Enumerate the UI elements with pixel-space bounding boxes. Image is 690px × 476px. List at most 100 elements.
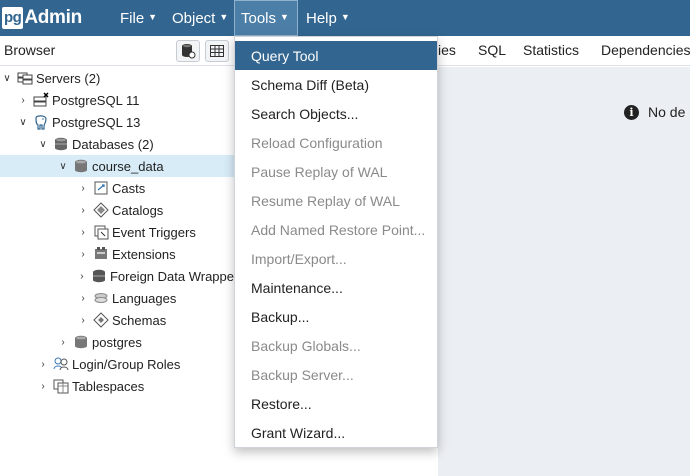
menu-help-label: Help [306, 9, 337, 27]
schemas-icon [93, 312, 109, 328]
menu-item-reload-configuration[interactable]: Reload Configuration [235, 128, 437, 157]
chevron-right-icon[interactable]: › [76, 205, 90, 216]
tree-node-tablespaces[interactable]: › Tablespaces [36, 375, 234, 397]
tree-node-languages[interactable]: › Languages [76, 287, 234, 309]
tree-node-event-triggers[interactable]: › Event Triggers [76, 221, 234, 243]
menu-item-grant-wizard[interactable]: Grant Wizard... [235, 418, 437, 447]
extensions-icon [93, 246, 109, 262]
browser-panel-header: Browser [0, 36, 234, 66]
info-message: i No de [624, 104, 685, 120]
chevron-right-icon[interactable]: › [76, 183, 90, 194]
menu-item-add-named-restore-point[interactable]: Add Named Restore Point... [235, 215, 437, 244]
tree-node-postgresql-13[interactable]: ∨ PostgreSQL 13 [16, 111, 234, 133]
menu-tools[interactable]: Tools ▼ [234, 0, 298, 36]
tree-node-label: Servers (2) [36, 70, 101, 86]
table-grid-icon [210, 45, 224, 57]
logo-admin: Admin [24, 7, 82, 28]
chevron-down-icon: ▼ [340, 12, 350, 22]
tree-node-foreign-data-wrappers[interactable]: › Foreign Data Wrappe [76, 265, 234, 287]
chevron-down-icon: ▼ [280, 12, 289, 22]
tree-node-label: PostgreSQL 13 [52, 114, 141, 130]
logo-pg: pg [2, 7, 24, 29]
menu-object-label: Object [172, 9, 216, 27]
tree-node-label: Catalogs [112, 202, 164, 218]
tree-node-label: Casts [112, 180, 146, 196]
menu-item-query-tool[interactable]: Query Tool [235, 41, 437, 70]
chevron-down-icon: ▼ [219, 12, 229, 22]
menu-tools-label: Tools [241, 9, 277, 27]
tree-node-label: course_data [92, 158, 164, 174]
tree-node-label: postgres [92, 334, 142, 350]
pgadmin-logo: pg Admin [2, 6, 82, 30]
casts-icon [93, 180, 109, 196]
catalogs-icon [93, 202, 109, 218]
tree-node-servers[interactable]: ∨ Servers (2) [0, 67, 234, 89]
database-icon [73, 334, 89, 350]
info-icon: i [624, 104, 639, 120]
chevron-right-icon[interactable]: › [36, 359, 50, 370]
tab-statistics[interactable]: Statistics [523, 42, 579, 58]
tree-node-label: Extensions [112, 246, 176, 262]
menu-item-backup[interactable]: Backup... [235, 302, 437, 331]
server-disconnected-icon [33, 92, 49, 108]
menu-item-backup-server[interactable]: Backup Server... [235, 360, 437, 389]
chevron-down-icon[interactable]: ∨ [16, 117, 30, 128]
tab-sql[interactable]: SQL [478, 42, 506, 58]
tree-node-label: Foreign Data Wrappe [109, 268, 234, 284]
tree-node-label: Event Triggers [112, 224, 196, 240]
chevron-right-icon[interactable]: › [76, 249, 90, 260]
tree-node-casts[interactable]: › Casts [76, 177, 234, 199]
chevron-right-icon[interactable]: › [76, 315, 90, 326]
chevron-down-icon[interactable]: ∨ [36, 139, 50, 150]
chevron-down-icon[interactable]: ∨ [56, 161, 70, 172]
chevron-down-icon: ▼ [148, 12, 158, 22]
database-icon [73, 158, 89, 174]
menu-object[interactable]: Object ▼ [166, 0, 234, 36]
tree-node-schemas[interactable]: › Schemas [76, 309, 234, 331]
roles-icon [53, 356, 69, 372]
chevron-right-icon[interactable]: › [56, 337, 70, 348]
view-data-button[interactable] [205, 40, 229, 62]
databases-icon [53, 136, 69, 152]
tree-node-postgresql-11[interactable]: › PostgreSQL 11 [16, 89, 234, 111]
menu-item-resume-replay-wal[interactable]: Resume Replay of WAL [235, 186, 437, 215]
event-triggers-icon [93, 224, 109, 240]
elephant-icon [33, 114, 49, 130]
tree-node-label: Schemas [112, 312, 167, 328]
menu-item-import-export[interactable]: Import/Export... [235, 244, 437, 273]
chevron-right-icon[interactable]: › [76, 293, 90, 304]
chevron-right-icon[interactable]: › [16, 95, 30, 106]
tree-node-extensions[interactable]: › Extensions [76, 243, 234, 265]
info-message-text: No de [648, 104, 686, 120]
tree-node-label: Databases (2) [72, 136, 154, 152]
menu-item-restore[interactable]: Restore... [235, 389, 437, 418]
menu-file[interactable]: File ▼ [114, 0, 163, 36]
database-query-icon [182, 44, 196, 59]
main-content-panel: i No de [438, 67, 690, 476]
menu-item-schema-diff[interactable]: Schema Diff (Beta) [235, 70, 437, 99]
menu-help[interactable]: Help ▼ [300, 0, 356, 36]
query-tool-button[interactable] [176, 40, 200, 62]
tree-node-login-group-roles[interactable]: › Login/Group Roles [36, 353, 234, 375]
menu-item-pause-replay-wal[interactable]: Pause Replay of WAL [235, 157, 437, 186]
menu-file-label: File [120, 9, 145, 27]
tree-node-catalogs[interactable]: › Catalogs [76, 199, 234, 221]
chevron-right-icon[interactable]: › [76, 227, 90, 238]
chevron-down-icon[interactable]: ∨ [0, 73, 14, 84]
tree-node-label: Languages [112, 290, 177, 306]
tab-properties[interactable]: ies [438, 42, 456, 58]
tree-node-course-data[interactable]: ∨ course_data [0, 155, 234, 177]
tree-node-label: PostgreSQL 11 [52, 92, 140, 108]
top-navbar: pg Admin File ▼ Object ▼ Tools ▼ Help ▼ [0, 0, 690, 36]
tree-node-databases[interactable]: ∨ Databases (2) [36, 133, 234, 155]
tools-dropdown-menu: Query Tool Schema Diff (Beta) Search Obj… [234, 36, 438, 448]
menu-item-backup-globals[interactable]: Backup Globals... [235, 331, 437, 360]
chevron-right-icon[interactable]: › [36, 381, 50, 392]
tree-node-label: Tablespaces [72, 378, 145, 394]
tab-dependencies[interactable]: Dependencies [601, 42, 690, 58]
servers-icon [17, 70, 33, 86]
tree-node-postgres[interactable]: › postgres [56, 331, 234, 353]
menu-item-search-objects[interactable]: Search Objects... [235, 99, 437, 128]
menu-item-maintenance[interactable]: Maintenance... [235, 273, 437, 302]
chevron-right-icon[interactable]: › [76, 271, 88, 282]
